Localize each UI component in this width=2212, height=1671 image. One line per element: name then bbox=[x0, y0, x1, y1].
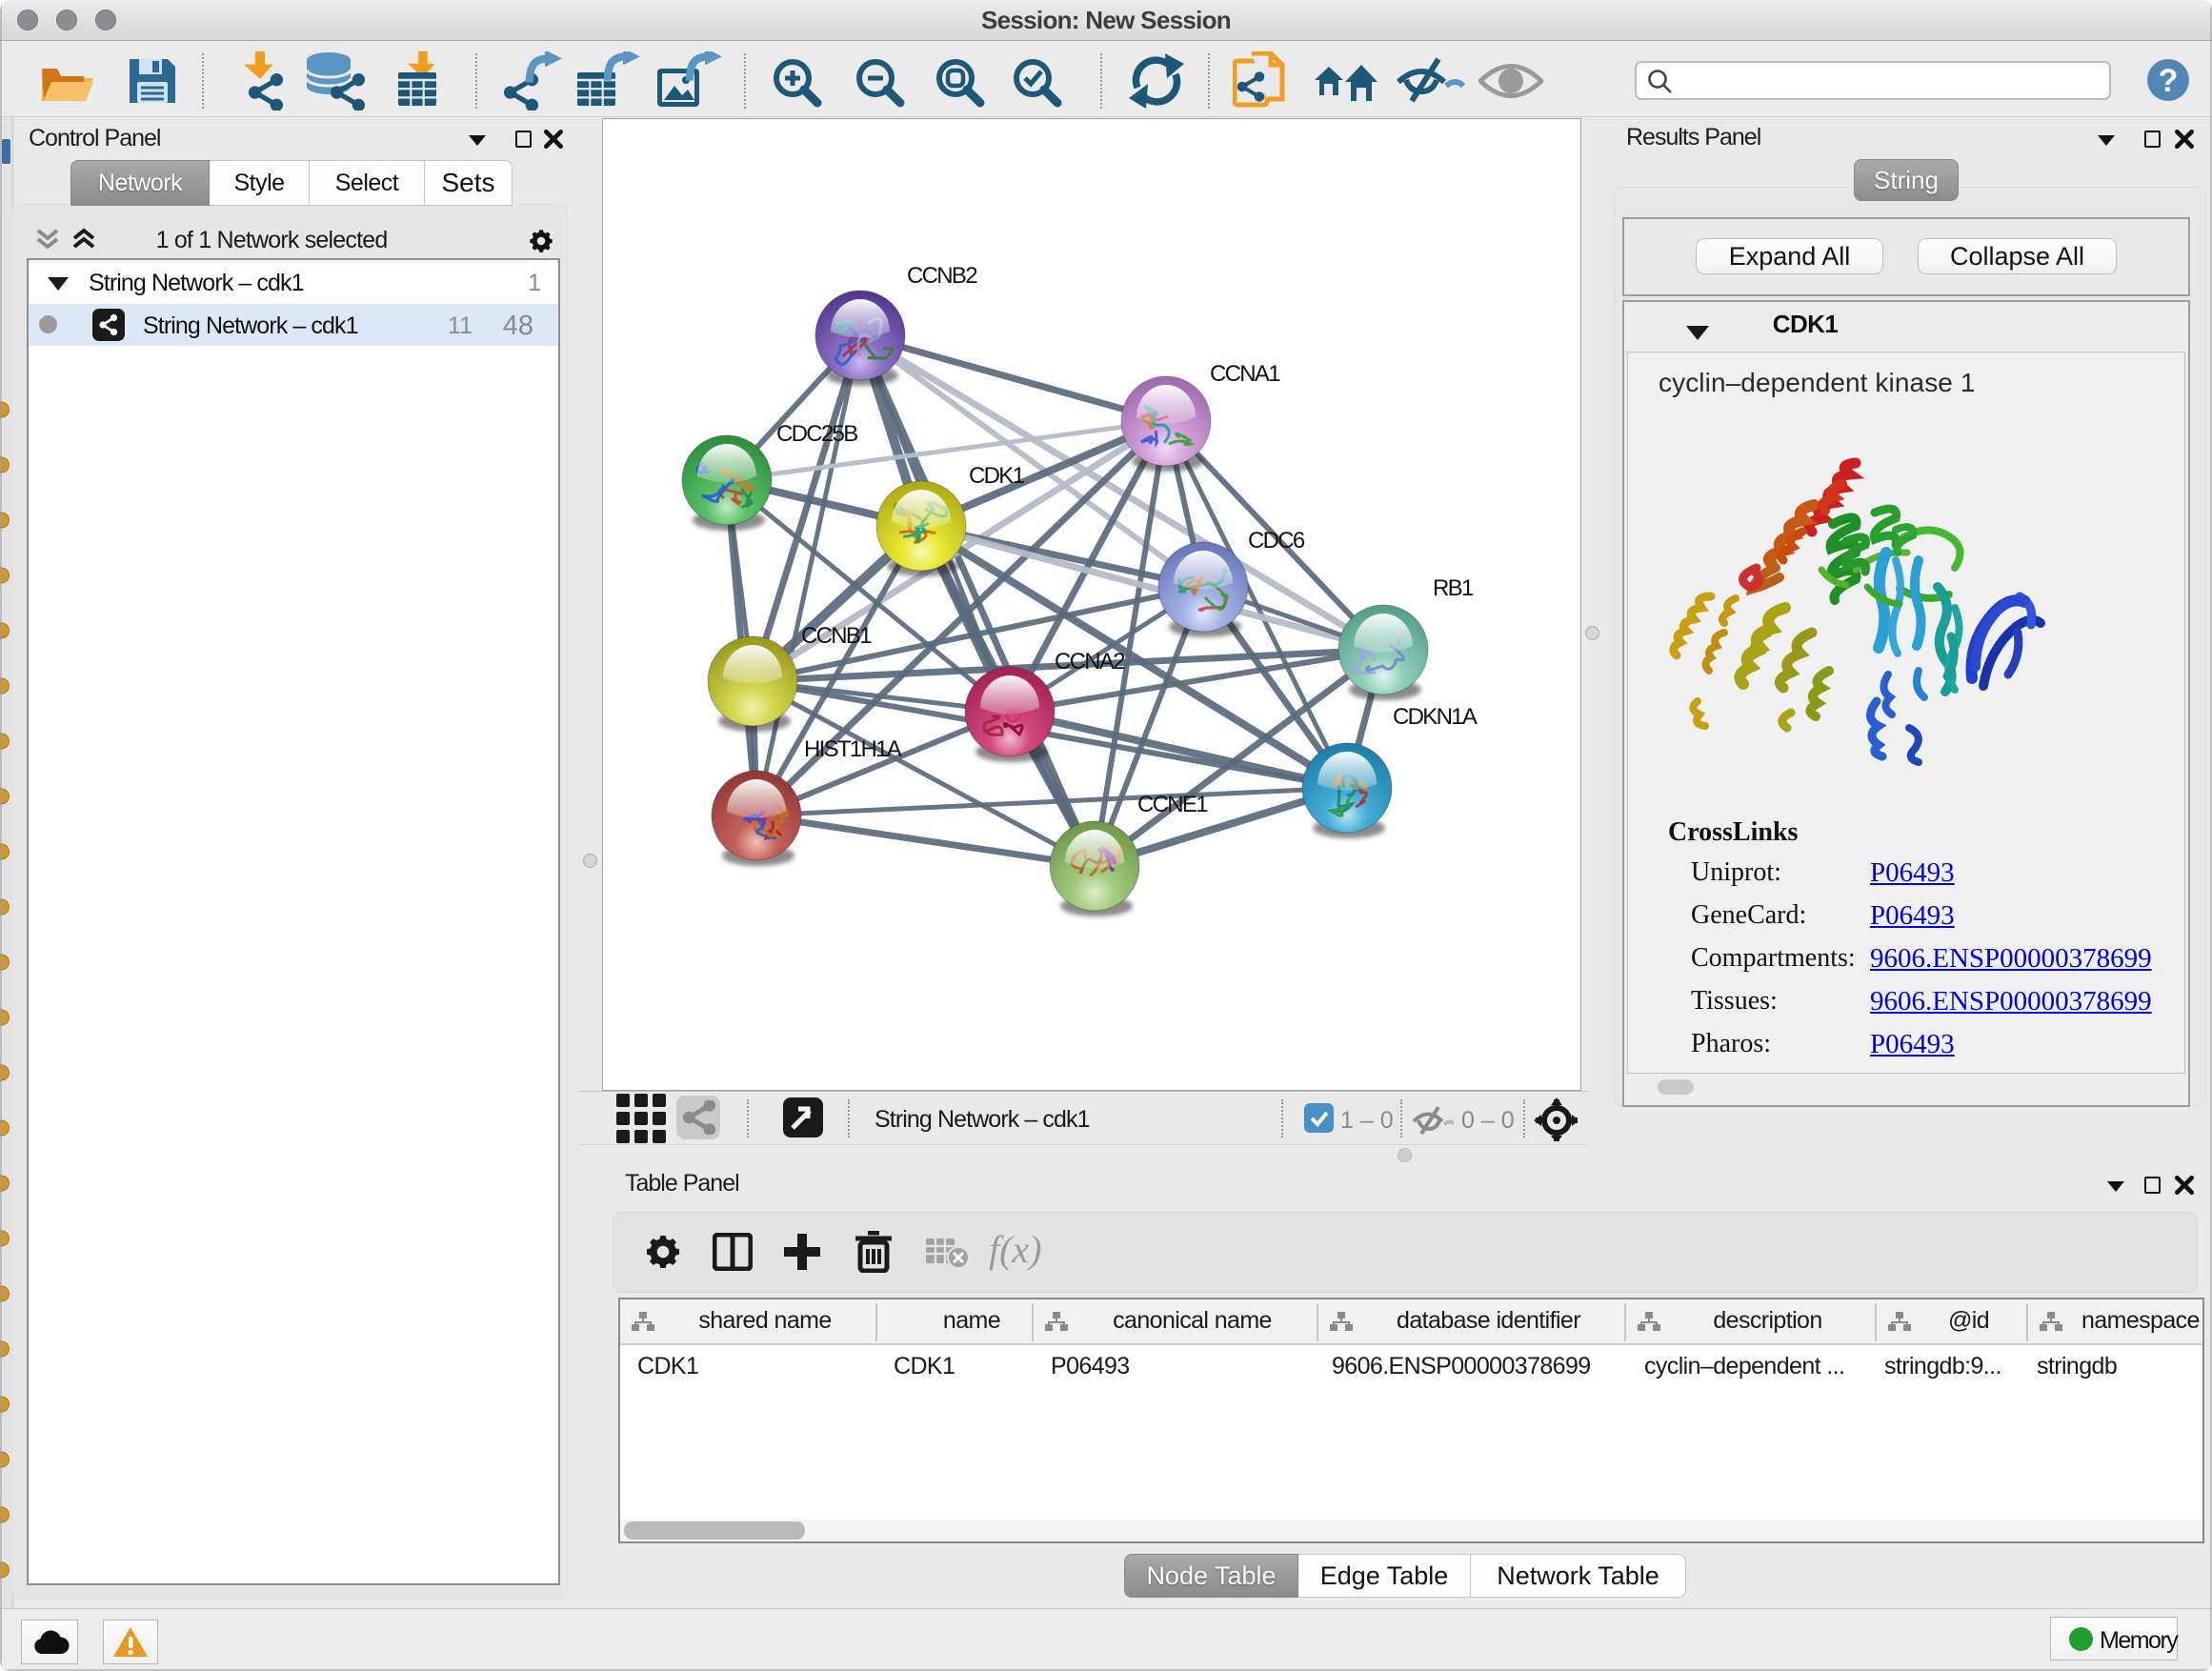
svg-text:CDK1: CDK1 bbox=[969, 463, 1025, 489]
svg-text:CCNB2: CCNB2 bbox=[907, 263, 977, 289]
svg-text:CDKN1A: CDKN1A bbox=[1393, 704, 1478, 730]
svg-text:CCNA2: CCNA2 bbox=[1055, 649, 1125, 674]
svg-text:CDC6: CDC6 bbox=[1248, 528, 1305, 554]
svg-text:CDC25B: CDC25B bbox=[776, 421, 857, 447]
svg-text:CCNE1: CCNE1 bbox=[1137, 792, 1208, 817]
svg-text:CCNB1: CCNB1 bbox=[801, 623, 872, 649]
svg-text:RB1: RB1 bbox=[1433, 575, 1474, 601]
svg-text:HIST1H1A: HIST1H1A bbox=[804, 736, 902, 762]
svg-text:CCNA1: CCNA1 bbox=[1210, 361, 1280, 387]
